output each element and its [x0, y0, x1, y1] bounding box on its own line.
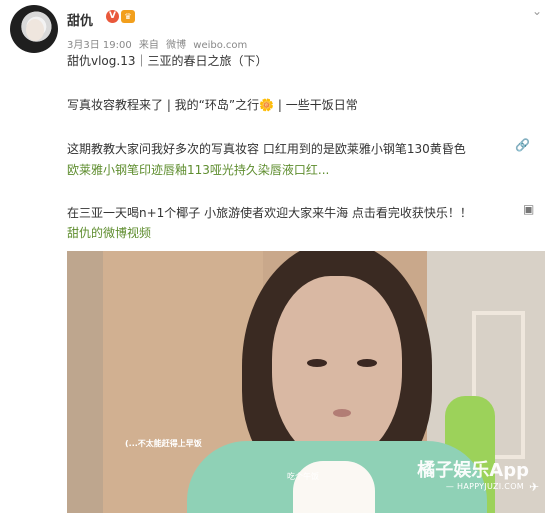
video-wall-left — [67, 251, 103, 513]
product-link[interactable]: 欧莱雅小钢笔印迹唇釉113哑光持久染唇液口红... — [67, 161, 329, 178]
avatar[interactable] — [10, 5, 58, 53]
author-name[interactable]: 甜仇 — [67, 10, 93, 29]
video-link[interactable]: 甜仇的微博视频 — [67, 224, 151, 241]
source-name[interactable]: 微博 — [166, 40, 186, 51]
play-icon: ✈ — [528, 480, 539, 494]
video-eye-right — [357, 359, 377, 367]
video-icon: ▣ — [523, 202, 535, 216]
source-prefix: 来自 — [138, 40, 159, 51]
chevron-down-icon[interactable]: ⌄ — [532, 4, 542, 18]
source-domain[interactable]: weibo.com — [193, 40, 247, 51]
description-line: 这期教教大家问我好多次的写真妆容 口红用到的是欧莱雅小钢笔130黄昏色 — [67, 142, 466, 156]
post-date: 3月3日 19:00 — [67, 40, 132, 51]
video-shirt — [293, 461, 375, 513]
video-thumbnail[interactable]: (...不太能赶得上早饭 吃个午饭 橘子娱乐App — HAPPYJUZI.CO… — [67, 251, 545, 513]
video-face — [272, 276, 402, 461]
post-title-line: 甜仇vlog.13｜三亚的春日之旅（下） — [67, 54, 268, 68]
verified-badge: V — [106, 10, 119, 23]
watermark-main: 橘子娱乐App — [417, 460, 529, 481]
avatar-face — [26, 19, 44, 41]
travel-line: 在三亚一天喝n+1个椰子 小旅游使者欢迎大家来牛海 点击看完收获快乐！！ — [67, 206, 472, 220]
video-subtitle: (...不太能赶得上早饭 — [125, 439, 202, 448]
link-icon: 🔗 — [515, 138, 530, 152]
post-meta: 3月3日 19:00 来自 微博 weibo.com — [67, 36, 251, 51]
crown-badge: ♛ — [121, 10, 135, 23]
watermark-sub: — HAPPYJUZI.COM — [445, 482, 524, 491]
video-eye-left — [307, 359, 327, 367]
video-small-caption: 吃个午饭 — [287, 472, 319, 481]
intro-line: 写真妆容教程来了 | 我的“环岛”之行🌼 | 一些干饭日常 — [67, 98, 358, 112]
video-mouth — [333, 409, 351, 417]
